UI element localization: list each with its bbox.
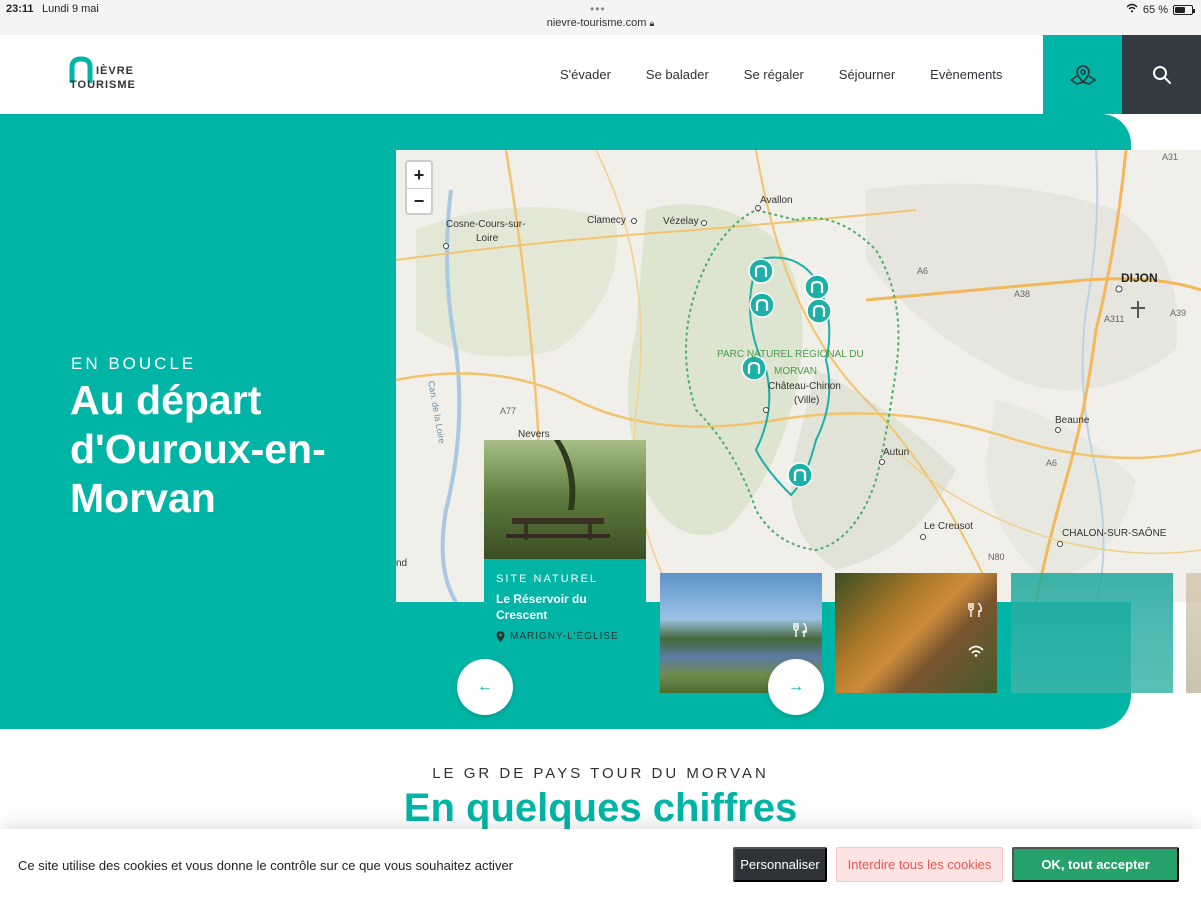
map-label: DIJON	[1121, 271, 1158, 285]
map-label: nd	[396, 558, 408, 569]
card-location: MARIGNY-L'ÉGLISE	[496, 631, 634, 642]
map-label: Nevers	[518, 429, 550, 440]
status-right: 65 %	[1126, 3, 1195, 16]
map-label: Le Creusot	[924, 521, 973, 532]
poi-marker-icon[interactable]	[806, 298, 832, 324]
card-type: SITE NATUREL	[496, 573, 599, 585]
map-label: A77	[500, 406, 517, 416]
nav-item-regaler[interactable]: Se régaler	[744, 67, 804, 82]
poi-marker-icon[interactable]	[787, 462, 813, 488]
map-label: A39	[1170, 308, 1187, 318]
status-date: Lundi 9 mai	[42, 3, 99, 15]
poi-marker-icon[interactable]	[804, 274, 830, 300]
map-label: Avallon	[760, 195, 793, 206]
nav-item-evader[interactable]: S'évader	[560, 67, 611, 82]
url-text: nievre-tourisme.com	[546, 17, 647, 29]
card-location-text: MARIGNY-L'ÉGLISE	[510, 631, 619, 642]
nav-item-sejourner[interactable]: Séjourner	[839, 67, 895, 82]
site-header: IÈVRE TOURISME S'évader Se balader Se ré…	[0, 35, 1201, 114]
battery-fill	[1175, 6, 1186, 13]
location-pin-icon	[496, 631, 505, 642]
cookie-banner: Ce site utilise des cookies et vous donn…	[0, 829, 1201, 900]
picnic-table-image	[484, 440, 646, 559]
map-label: Loire	[476, 233, 499, 244]
poi-marker-icon[interactable]	[748, 258, 774, 284]
map-label: CHALON-SUR-SAÔNE	[1062, 528, 1167, 539]
carousel-card[interactable]	[1011, 573, 1173, 693]
card-photo	[484, 440, 646, 559]
map-label: MORVAN	[774, 366, 817, 377]
map-label: A38	[1014, 289, 1031, 299]
carousel-card[interactable]	[835, 573, 997, 693]
search-icon	[1152, 65, 1171, 84]
arrow-left-icon: ←	[477, 678, 493, 695]
cookie-accept-button[interactable]: OK, tout accepter	[1012, 847, 1179, 882]
section-kicker: LE GR DE PAYS TOUR DU MORVAN	[432, 765, 769, 782]
cookie-deny-button[interactable]: Interdire tous les cookies	[836, 847, 1003, 882]
map-label: A311	[1104, 314, 1125, 324]
hero-title: Au départ d'Ouroux-en-Morvan	[70, 377, 326, 521]
map-label: PARC NATUREL RÉGIONAL DU	[717, 349, 864, 360]
map-zoom-control: + −	[405, 160, 433, 215]
status-bar: 23:11 Lundi 9 mai ••• nievre-tourisme.co…	[0, 0, 1201, 35]
map-label: (Ville)	[794, 395, 820, 406]
map-label: Clamecy	[587, 215, 626, 226]
cookie-message: Ce site utilise des cookies et vous donn…	[18, 858, 513, 873]
map-label: Beaune	[1055, 415, 1090, 426]
poi-marker-icon[interactable]	[749, 292, 775, 318]
wifi-icon	[968, 645, 984, 657]
cookie-personalize-button[interactable]: Personnaliser	[733, 847, 827, 882]
map-label: A6	[1046, 458, 1058, 468]
carousel-next-button[interactable]: →	[768, 659, 824, 715]
main-nav: S'évader Se balader Se régaler Séjourner…	[560, 35, 1002, 114]
map-label: Cosne-Cours-sur-	[446, 219, 526, 230]
logo-text-line2: TOURISME	[70, 79, 136, 91]
battery-icon	[1173, 4, 1195, 15]
featured-card[interactable]: SITE NATUREL Le Réservoir du Crescent MA…	[484, 440, 646, 650]
battery-percent: 65 %	[1142, 3, 1168, 16]
card-body: SITE NATUREL Le Réservoir du Crescent MA…	[484, 559, 646, 650]
map-label: Vézelay	[663, 216, 699, 227]
map-pin-icon	[1069, 64, 1096, 85]
card-title: Le Réservoir du Crescent	[496, 592, 587, 622]
nav-item-evenements[interactable]: Evènements	[930, 67, 1002, 82]
restaurant-icon	[968, 603, 982, 617]
address-bar[interactable]: nievre-tourisme.com 🔒︎	[0, 17, 1201, 29]
search-button[interactable]	[1122, 35, 1201, 114]
more-icon[interactable]: •••	[590, 2, 606, 16]
map-label: Château-Chinon	[768, 381, 841, 392]
map-button[interactable]	[1043, 35, 1122, 114]
carousel-card[interactable]	[1186, 573, 1201, 693]
restaurant-icon	[793, 623, 807, 637]
status-time: 23:11	[6, 3, 34, 15]
logo-text-line1: IÈVRE	[96, 65, 135, 77]
arrow-right-icon: →	[788, 678, 804, 695]
hero-kicker: EN BOUCLE	[71, 354, 197, 373]
wifi-icon	[1126, 3, 1138, 16]
carousel-prev-button[interactable]: ←	[457, 659, 513, 715]
map-label: A6	[917, 266, 929, 276]
site-logo[interactable]: IÈVRE TOURISME	[68, 55, 148, 95]
map-label: N80	[988, 552, 1005, 562]
zoom-out-button[interactable]: −	[407, 188, 431, 214]
nav-item-balader[interactable]: Se balader	[646, 67, 709, 82]
section-title: En quelques chiffres	[403, 786, 798, 830]
map-label: A31	[1162, 152, 1179, 162]
zoom-in-button[interactable]: +	[407, 162, 431, 188]
map-label: Autun	[883, 447, 910, 458]
lock-icon: 🔒︎	[649, 18, 655, 28]
